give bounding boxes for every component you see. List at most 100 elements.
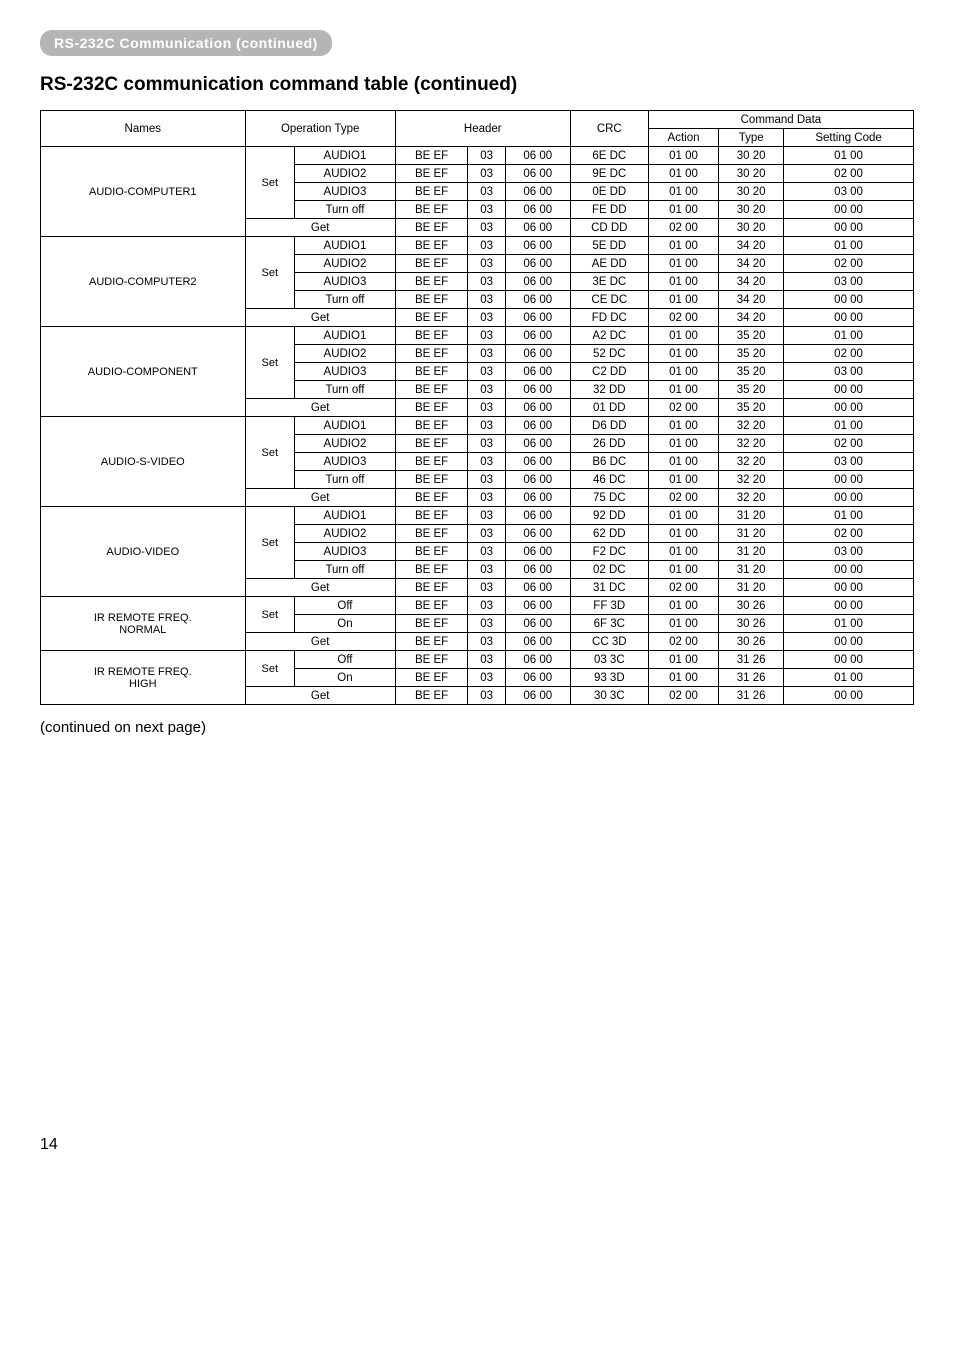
cell: 03 [468,615,505,633]
cell: BE EF [395,453,468,471]
cell: 35 20 [719,363,784,381]
cell: 06 00 [505,291,570,309]
header-optype: Operation Type [245,111,395,147]
command-table: Names Operation Type Header CRC Command … [40,110,914,705]
cell: 01 00 [648,345,718,363]
cell: 32 DD [570,381,648,399]
cell: 06 00 [505,165,570,183]
header-cmddata: Command Data [648,111,913,129]
get-cell: Get [245,309,395,327]
cell: BE EF [395,255,468,273]
cell: 30 26 [719,597,784,615]
header-header: Header [395,111,570,147]
cell: 03 [468,561,505,579]
cell: BE EF [395,183,468,201]
cell: 01 00 [648,291,718,309]
cell: 02 00 [784,255,914,273]
cell: 03 [468,651,505,669]
cell: 00 00 [784,471,914,489]
cell: 02 00 [784,165,914,183]
cell: Turn off [295,561,396,579]
cell: 01 00 [648,237,718,255]
cell: 34 20 [719,291,784,309]
cell: 03 [468,201,505,219]
cell: 06 00 [505,543,570,561]
cell: CE DC [570,291,648,309]
cell: 03 [468,381,505,399]
cell: AUDIO2 [295,525,396,543]
cell: 06 00 [505,669,570,687]
cell: 06 00 [505,201,570,219]
cell: 34 20 [719,255,784,273]
cell: 35 20 [719,327,784,345]
cell: 06 00 [505,633,570,651]
cell: Turn off [295,201,396,219]
continued-note: (continued on next page) [40,719,914,736]
cell: CC 3D [570,633,648,651]
cell: 06 00 [505,345,570,363]
cell: 06 00 [505,381,570,399]
cell: 32 20 [719,417,784,435]
cell: BE EF [395,561,468,579]
cell: 06 00 [505,615,570,633]
cell: 03 00 [784,543,914,561]
cell: BE EF [395,507,468,525]
cell: BE EF [395,399,468,417]
cell: BE EF [395,363,468,381]
cell: 34 20 [719,309,784,327]
cell: 01 00 [648,525,718,543]
get-cell: Get [245,219,395,237]
cell: 03 [468,633,505,651]
set-cell: Set [245,327,295,399]
cell: CD DD [570,219,648,237]
cell: 00 00 [784,489,914,507]
cell: 02 00 [648,489,718,507]
cell: 30 20 [719,183,784,201]
cell: 03 [468,309,505,327]
cell: 00 00 [784,651,914,669]
cell: C2 DD [570,363,648,381]
cell: 31 20 [719,579,784,597]
cell: 75 DC [570,489,648,507]
cell: 06 00 [505,651,570,669]
cell: 01 00 [648,273,718,291]
set-cell: Set [245,597,295,633]
cell: 0E DD [570,183,648,201]
cell: 00 00 [784,309,914,327]
cell: 6F 3C [570,615,648,633]
cell: 06 00 [505,525,570,543]
table-row: AUDIO-VIDEOSetAUDIO1BE EF0306 0092 DD01 … [41,507,914,525]
cell: 03 [468,291,505,309]
cell: BE EF [395,165,468,183]
cell: 01 00 [648,201,718,219]
cell: 92 DD [570,507,648,525]
get-cell: Get [245,633,395,651]
cell: 06 00 [505,471,570,489]
page-number: 14 [40,1136,914,1154]
cell: 30 26 [719,633,784,651]
cell: 01 00 [784,417,914,435]
cell: 02 00 [784,345,914,363]
cell: Off [295,651,396,669]
cell: 52 DC [570,345,648,363]
cell: 00 00 [784,399,914,417]
names-cell: AUDIO-COMPONENT [41,327,246,417]
cell: 31 26 [719,651,784,669]
cell: AUDIO3 [295,543,396,561]
cell: BE EF [395,201,468,219]
cell: 03 00 [784,273,914,291]
cell: 00 00 [784,687,914,705]
cell: BE EF [395,489,468,507]
cell: 01 00 [784,327,914,345]
cell: 03 [468,237,505,255]
cell: 06 00 [505,327,570,345]
cell: 06 00 [505,579,570,597]
cell: 34 20 [719,237,784,255]
cell: B6 DC [570,453,648,471]
cell: 00 00 [784,597,914,615]
cell: BE EF [395,327,468,345]
cell: BE EF [395,273,468,291]
cell: BE EF [395,597,468,615]
cell: AUDIO3 [295,273,396,291]
cell: 31 20 [719,561,784,579]
